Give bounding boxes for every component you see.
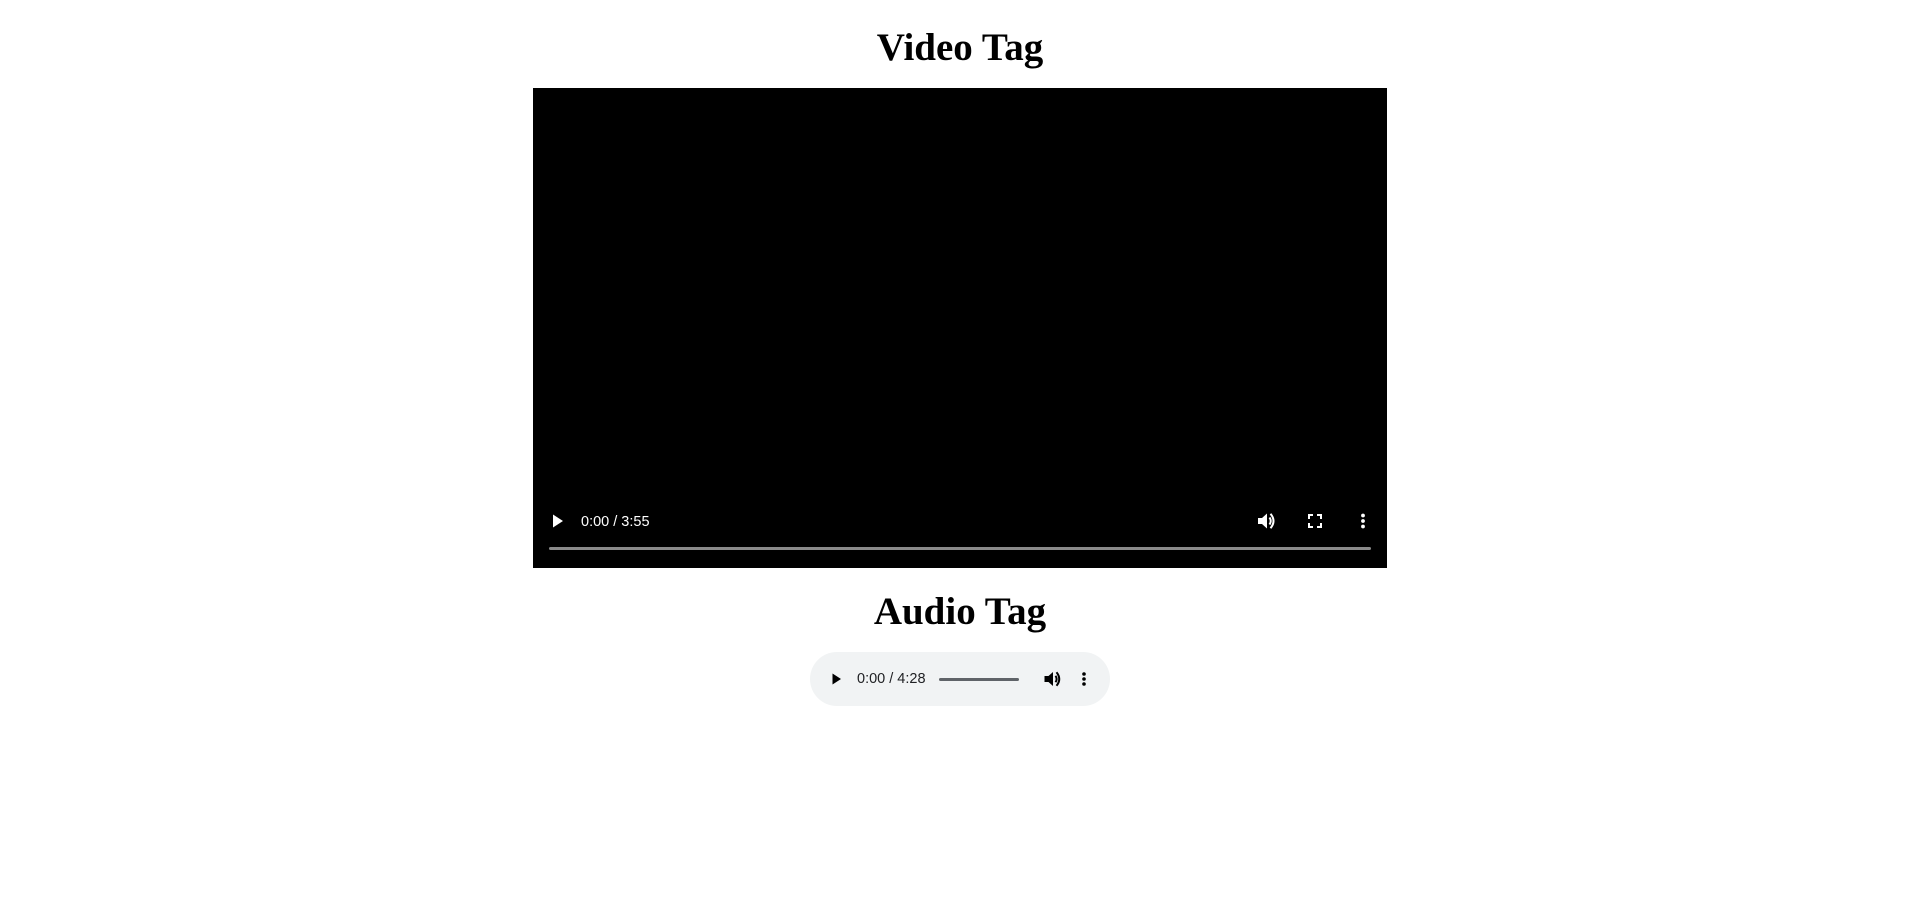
play-icon — [553, 514, 563, 528]
play-icon — [832, 673, 841, 685]
video-fullscreen-button[interactable] — [1303, 509, 1327, 533]
video-time-display: 0:00 / 3:55 — [581, 514, 650, 530]
video-section-heading: Video Tag — [876, 26, 1044, 69]
video-mute-button[interactable] — [1255, 509, 1279, 533]
audio-play-button[interactable] — [824, 667, 848, 691]
video-controls-bar: 0:00 / 3:55 — [533, 502, 1387, 568]
audio-time-display: 0:00 / 4:28 — [857, 671, 926, 687]
more-options-icon — [1361, 513, 1365, 529]
fullscreen-icon — [1308, 514, 1322, 528]
volume-icon — [1258, 513, 1275, 529]
more-options-icon — [1082, 672, 1086, 686]
audio-more-options-button[interactable] — [1072, 667, 1096, 691]
audio-mute-button[interactable] — [1041, 667, 1065, 691]
audio-player[interactable]: 0:00 / 4:28 — [810, 652, 1110, 706]
audio-progress-bar[interactable] — [939, 678, 1019, 681]
video-more-options-button[interactable] — [1351, 509, 1375, 533]
audio-section-heading: Audio Tag — [873, 590, 1047, 633]
volume-icon — [1044, 671, 1061, 687]
video-progress-bar[interactable] — [549, 547, 1371, 550]
video-play-button[interactable] — [545, 509, 569, 533]
video-player[interactable]: 0:00 / 3:55 — [533, 88, 1387, 568]
